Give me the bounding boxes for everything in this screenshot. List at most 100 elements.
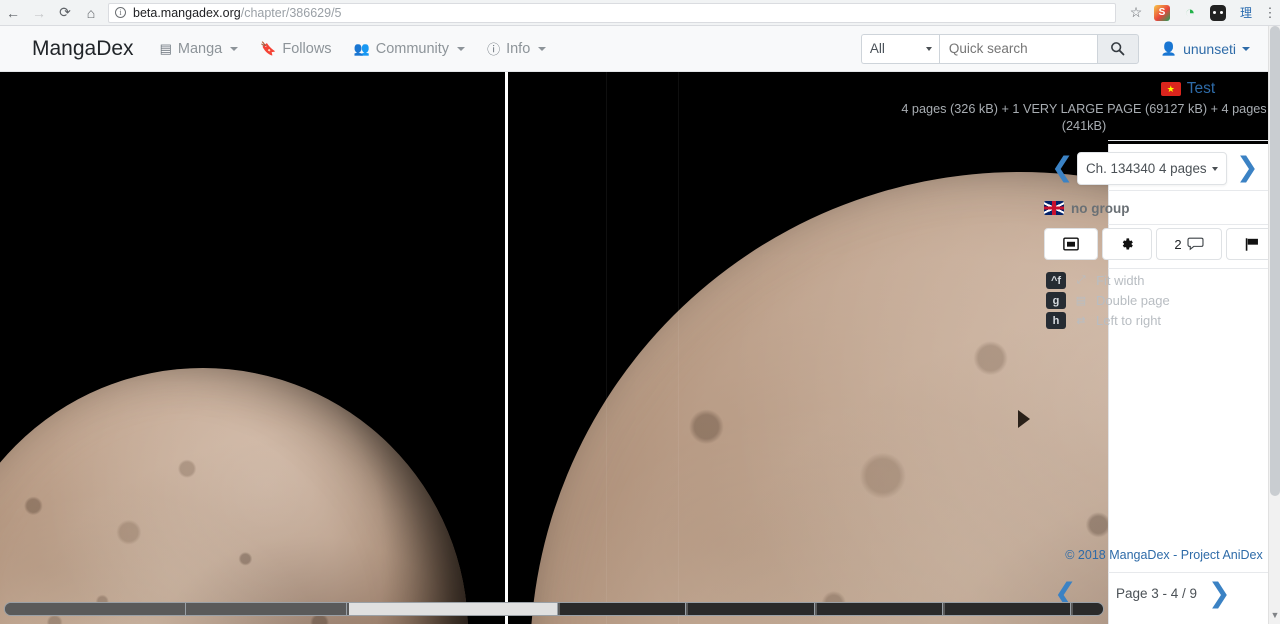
site-navbar: MangaDex ▤ Manga 🔖 Follows 👥 Community ⓘ… (0, 26, 1280, 72)
chapter-select-value: Ch. 134340 4 pages (1086, 161, 1207, 176)
chapter-title-row: ★ Test (1108, 80, 1268, 98)
planet-limb-shadow (0, 368, 468, 624)
chapter-select[interactable]: Ch. 134340 4 pages (1077, 152, 1227, 185)
flag-icon (1244, 237, 1260, 252)
guide-line (606, 72, 607, 624)
url-path: /chapter/386629/5 (241, 6, 342, 20)
page-progress-bar[interactable] (4, 602, 1104, 616)
divider (1108, 572, 1268, 573)
vertical-scrollbar[interactable]: ▼ (1268, 26, 1280, 624)
comment-count: 2 (1174, 237, 1181, 252)
shortcut-label[interactable]: Fit width (1096, 273, 1144, 288)
address-bar[interactable]: i beta.mangadex.org/chapter/386629/5 (108, 3, 1116, 23)
page-segment-2[interactable] (188, 603, 347, 615)
nav-item-follows-label: Follows (282, 41, 331, 57)
book-icon: ▤ (160, 41, 172, 57)
site-logo[interactable]: MangaDex (32, 37, 134, 61)
bookmark-star-icon[interactable]: ☆ (1124, 4, 1148, 21)
url-host: beta.mangadex.org (133, 6, 241, 20)
users-icon: 👥 (354, 41, 370, 57)
scanlation-group-row: no group (1044, 197, 1129, 219)
gear-icon (1119, 236, 1135, 252)
info-circle-icon[interactable]: i (115, 7, 126, 18)
search-scope-value: All (870, 41, 885, 56)
chevron-down-icon (457, 47, 465, 51)
page-segment-4[interactable] (560, 603, 686, 615)
play-triangle-icon[interactable] (1018, 410, 1030, 428)
ext-stylish-icon[interactable]: S (1154, 5, 1170, 21)
window-icon (1063, 237, 1079, 251)
chevron-down-icon (926, 47, 932, 51)
manga-page-left[interactable] (0, 72, 505, 624)
ext-chinese-icon[interactable]: 理 (1238, 5, 1254, 21)
flag-uk-icon (1044, 201, 1064, 215)
username-label: ununseti (1183, 41, 1236, 57)
nav-item-manga[interactable]: ▤ Manga (160, 41, 239, 57)
kbd-key: ^f (1046, 272, 1066, 289)
browser-menu-icon[interactable]: ⋮ (1260, 5, 1280, 21)
search-group: All (861, 34, 1139, 64)
chevron-down-icon (1212, 167, 1218, 171)
search-button[interactable] (1097, 34, 1139, 64)
scrollbar-thumb[interactable] (1270, 26, 1280, 496)
expand-icon: ⤢ (1074, 274, 1088, 287)
user-menu[interactable]: 👤 ununseti (1161, 41, 1250, 57)
shortcut-label[interactable]: Left to right (1096, 313, 1161, 328)
comments-button[interactable]: 2 (1156, 228, 1222, 260)
divider (1108, 190, 1268, 191)
manga-page-right[interactable] (508, 72, 1108, 624)
copyright-text[interactable]: © 2018 MangaDex - Project AniDex (1060, 548, 1268, 562)
kbd-key: h (1046, 312, 1066, 329)
page-segment-7[interactable] (945, 603, 1071, 615)
back-arrow-icon[interactable]: ← (0, 0, 26, 26)
fullscreen-button[interactable] (1044, 228, 1098, 260)
chevron-down-icon (230, 47, 238, 51)
reload-icon[interactable]: ⟳ (52, 0, 78, 26)
planet-artwork-left (0, 368, 468, 624)
chapter-next-button[interactable]: ❯ (1236, 151, 1259, 185)
page-indicator: Page 3 - 4 / 9 (1116, 586, 1197, 601)
settings-button[interactable] (1102, 228, 1152, 260)
chapter-prev-button[interactable]: ❮ (1051, 151, 1074, 185)
page-segment-6[interactable] (817, 603, 943, 615)
user-icon: 👤 (1161, 41, 1177, 57)
group-name-label[interactable]: no group (1071, 201, 1129, 216)
home-icon[interactable]: ⌂ (78, 0, 104, 26)
nav-item-info-label: Info (506, 41, 530, 57)
nav-item-community[interactable]: 👥 Community (354, 41, 466, 57)
ext-drop-icon[interactable]: ◔ (1182, 5, 1198, 21)
flag-vietnam-icon: ★ (1161, 82, 1181, 96)
shortcut-row: h ⇄ Left to right (1046, 312, 1170, 329)
page-segment-5[interactable] (688, 603, 814, 615)
shortcut-label[interactable]: Double page (1096, 293, 1170, 308)
keyboard-shortcuts-list: ^f ⤢ Fit width g ▤ Double page h ⇄ Left … (1046, 272, 1170, 329)
ext-dark-reader-icon[interactable] (1210, 5, 1226, 21)
chevron-down-icon (1242, 47, 1250, 51)
nav-item-community-label: Community (376, 41, 449, 57)
planet-artwork-right (530, 172, 1108, 624)
chapter-title[interactable]: Test (1187, 80, 1215, 98)
chevron-down-icon (538, 47, 546, 51)
divider (1108, 268, 1268, 269)
search-scope-select[interactable]: All (861, 34, 939, 64)
page-segment-1[interactable] (5, 603, 186, 615)
search-icon (1110, 41, 1125, 56)
nav-item-follows[interactable]: 🔖 Follows (260, 41, 331, 57)
shortcut-row: g ▤ Double page (1046, 292, 1170, 309)
comment-icon (1187, 237, 1204, 251)
browser-toolbar: ← → ⟳ ⌂ i beta.mangadex.org/chapter/3866… (0, 0, 1280, 26)
page-segment-8[interactable] (1073, 603, 1104, 615)
page-next-button[interactable]: ❯ (1208, 578, 1231, 609)
forward-arrow-icon: → (26, 0, 52, 26)
search-input[interactable] (939, 34, 1097, 64)
planet-limb-shadow (530, 172, 1108, 624)
kbd-key: g (1046, 292, 1066, 309)
divider (1108, 224, 1268, 225)
nav-item-info[interactable]: ⓘ Info (487, 39, 546, 58)
shortcut-row: ^f ⤢ Fit width (1046, 272, 1170, 289)
double-page-icon: ▤ (1074, 294, 1088, 307)
scroll-down-arrow-icon[interactable]: ▼ (1269, 610, 1280, 620)
nav-item-manga-label: Manga (178, 41, 222, 57)
page-segment-3[interactable] (349, 603, 558, 615)
guide-line (678, 72, 679, 624)
